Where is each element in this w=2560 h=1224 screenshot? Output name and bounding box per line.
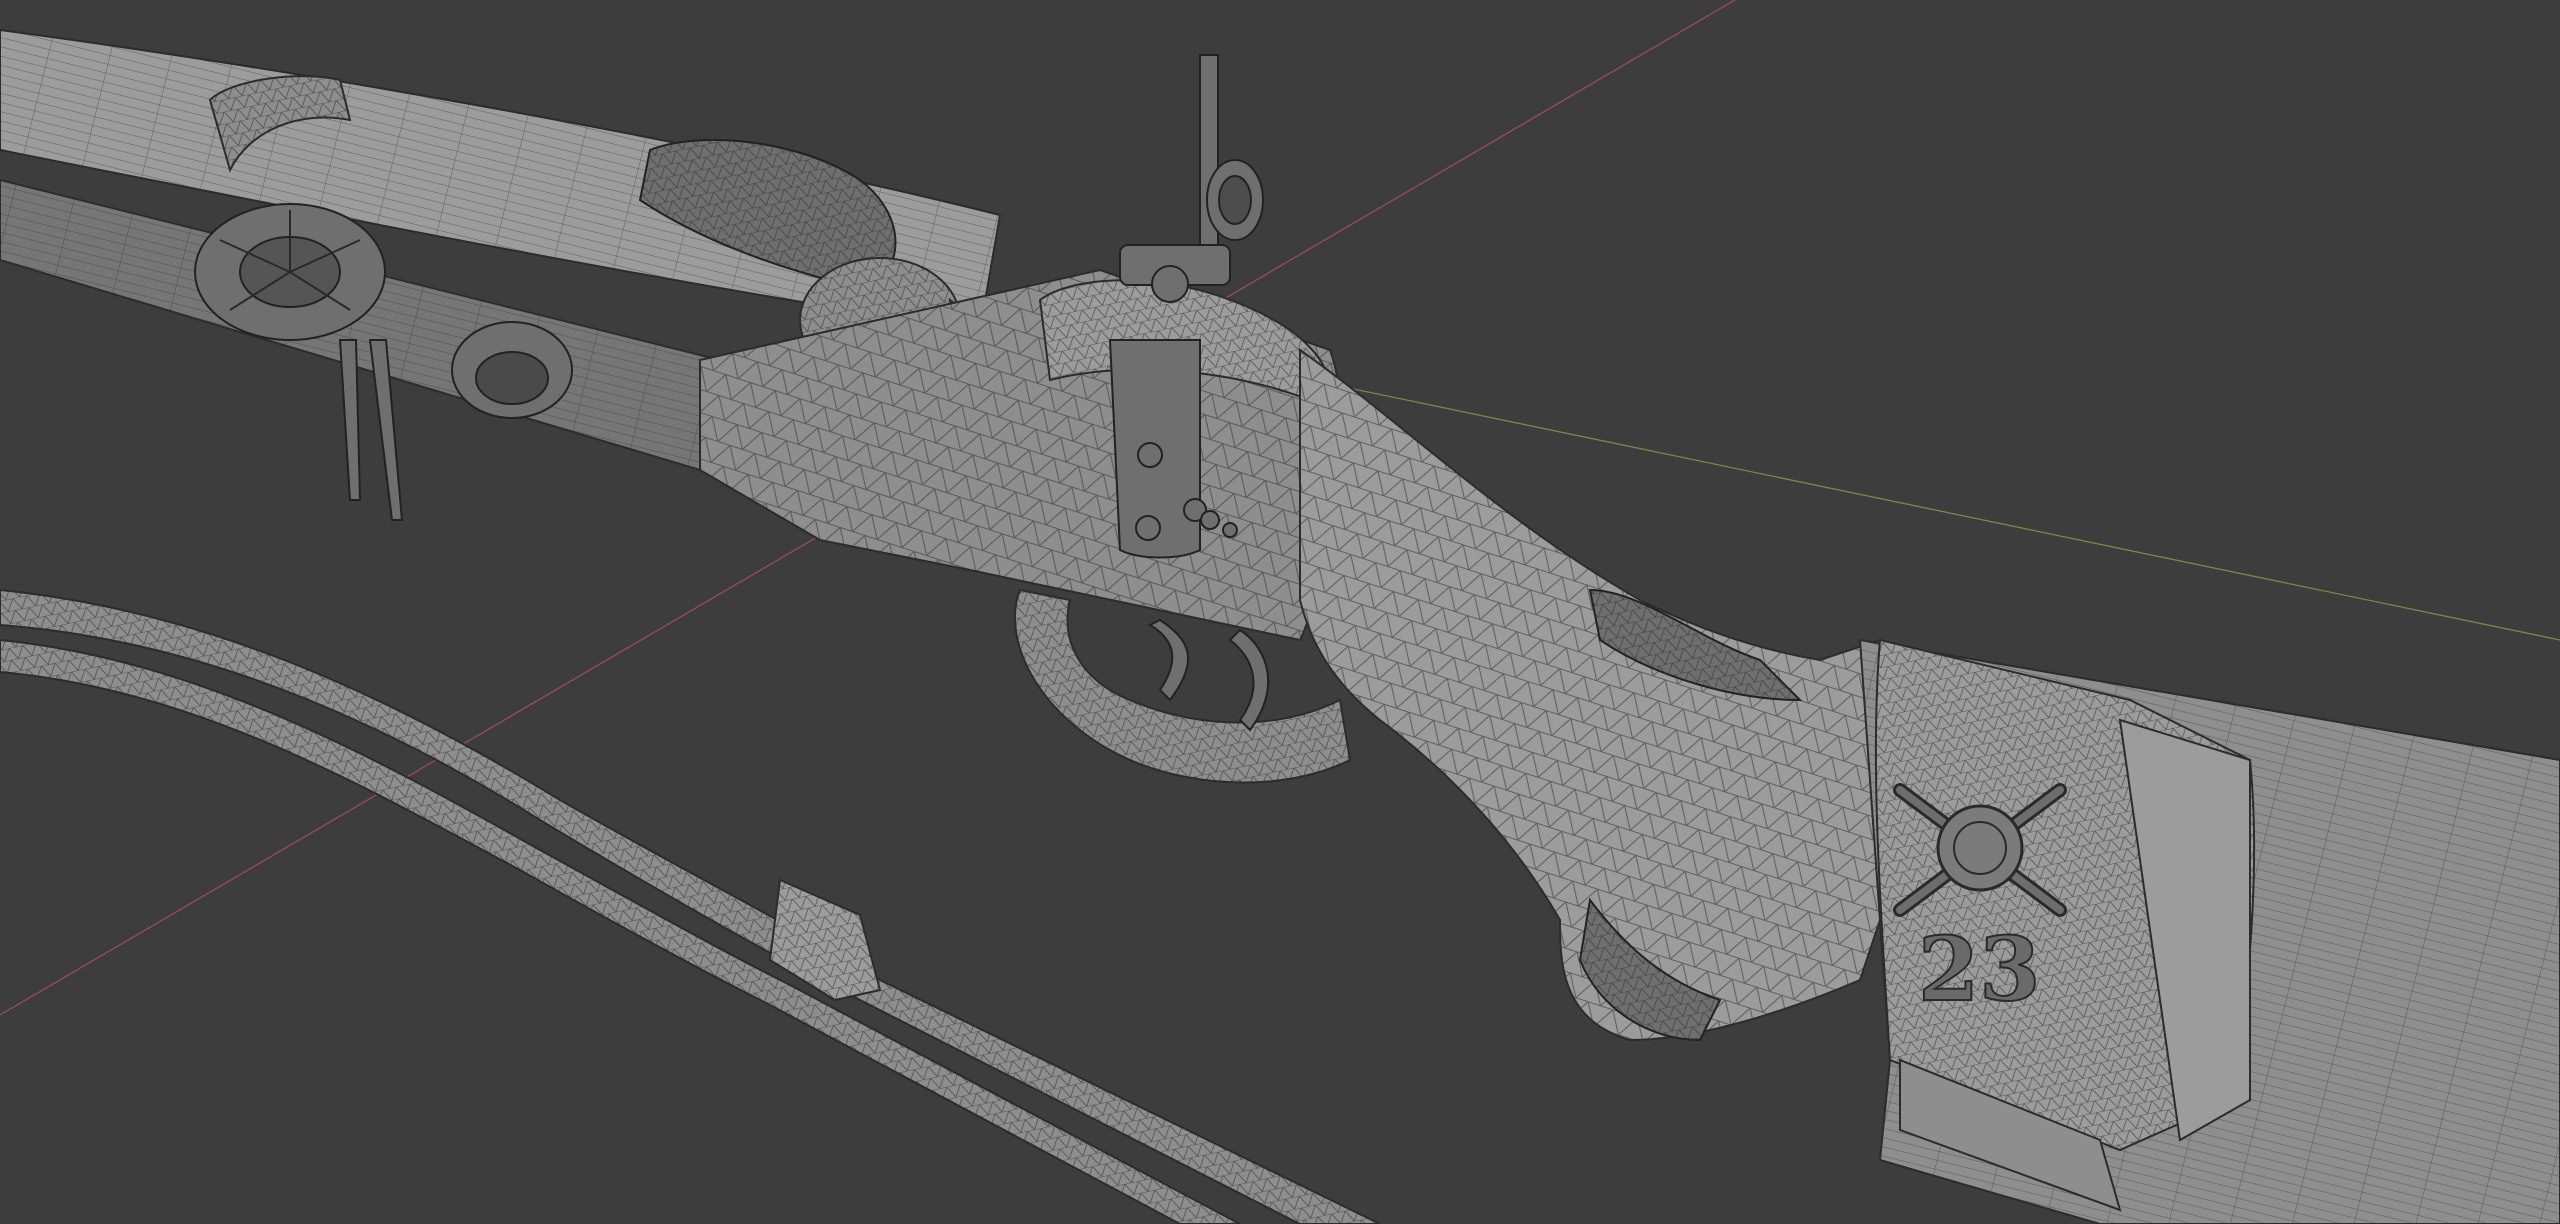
engraving-number: 23 [1918, 917, 2040, 1021]
3d-viewport[interactable]: 23 [0, 0, 2560, 1224]
viewport-canvas[interactable]: 23 [0, 0, 2560, 1224]
receiver[interactable] [699, 268, 1342, 642]
rear-sight[interactable] [1119, 54, 1264, 303]
